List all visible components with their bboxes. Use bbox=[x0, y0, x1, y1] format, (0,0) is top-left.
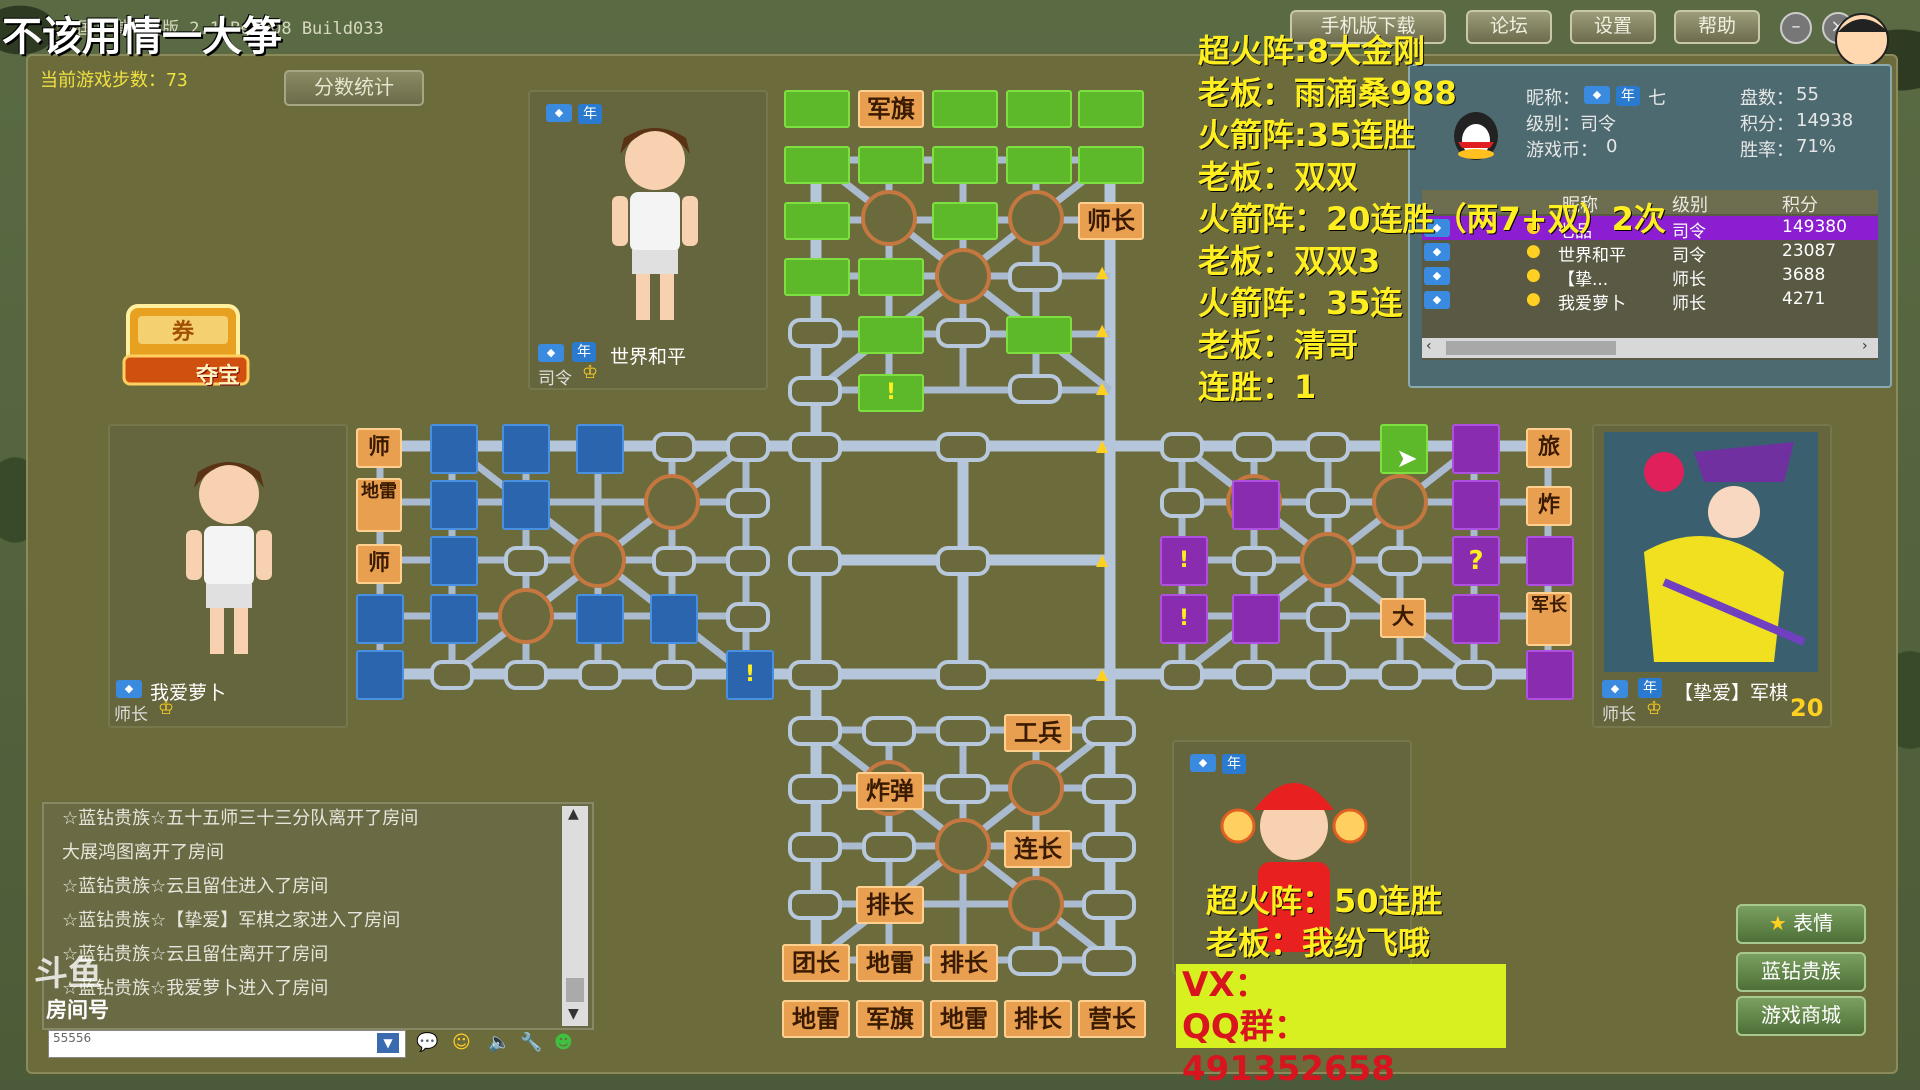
piece-blue[interactable] bbox=[356, 594, 404, 644]
piece-flag[interactable]: 军旗 bbox=[856, 1000, 924, 1038]
piece-bomb[interactable]: 炸弹 bbox=[856, 772, 924, 810]
piece-company[interactable]: 连长 bbox=[1004, 830, 1072, 868]
room-number-value: 55556 bbox=[53, 1031, 92, 1045]
chat-line: 大展鸿图离开了房间 bbox=[62, 842, 224, 863]
friends-icon[interactable]: ☻ bbox=[554, 1032, 573, 1053]
piece-mine[interactable]: 地雷 bbox=[856, 944, 924, 982]
piece-purple[interactable] bbox=[1232, 480, 1280, 530]
rail-arrow-icon: ▲ bbox=[1096, 378, 1109, 397]
piece-green[interactable] bbox=[784, 90, 850, 128]
piece-platoon[interactable]: 排长 bbox=[930, 944, 998, 982]
piece-unknown-right[interactable]: ! bbox=[1160, 536, 1208, 586]
piece-bomb-right[interactable]: 炸 bbox=[1526, 486, 1572, 526]
piece-flag-top[interactable]: 军旗 bbox=[858, 90, 924, 128]
piece-green[interactable] bbox=[858, 146, 924, 184]
piece-green[interactable] bbox=[1006, 146, 1072, 184]
piece-mine[interactable]: 地雷 bbox=[930, 1000, 998, 1038]
piece-blue[interactable] bbox=[576, 594, 624, 644]
piece-unknown-right[interactable]: ! bbox=[1160, 594, 1208, 644]
piece-purple[interactable] bbox=[1526, 650, 1574, 700]
piece-blue[interactable] bbox=[430, 594, 478, 644]
emoji-icon[interactable]: ☺ bbox=[452, 1032, 471, 1053]
piece-engineer[interactable]: 工兵 bbox=[1004, 714, 1072, 752]
piece-regiment[interactable]: 团长 bbox=[782, 944, 850, 982]
piece-division-left[interactable]: 师 bbox=[356, 544, 402, 584]
chat-line: ☆蓝钻贵族☆【挚爱】军棋之家进入了房间 bbox=[62, 910, 401, 931]
piece-purple[interactable] bbox=[1452, 480, 1500, 530]
piece-green[interactable] bbox=[784, 202, 850, 240]
chat-scrollbar[interactable]: ▲ ▼ bbox=[562, 806, 588, 1026]
piece-army-right[interactable]: 军长 bbox=[1526, 592, 1572, 646]
piece-blue[interactable] bbox=[430, 536, 478, 586]
piece-brigade-right[interactable]: 旅 bbox=[1526, 428, 1572, 468]
overlay-vx: VX：douyu297535 bbox=[1176, 964, 1506, 1047]
piece-blue[interactable] bbox=[430, 424, 478, 474]
chat-dropdown-icon[interactable]: ▼ bbox=[377, 1033, 399, 1053]
piece-green[interactable] bbox=[932, 90, 998, 128]
blue-diamond-button[interactable]: 蓝钻贵族 bbox=[1736, 952, 1866, 992]
piece-green[interactable] bbox=[1078, 146, 1144, 184]
piece-platoon[interactable]: 排长 bbox=[1004, 1000, 1072, 1038]
chat-bubble-icon[interactable]: 💬 bbox=[416, 1032, 438, 1053]
piece-division-left[interactable]: 师 bbox=[356, 428, 402, 468]
piece-division-top[interactable]: 师长 bbox=[1078, 202, 1144, 240]
piece-platoon[interactable]: 排长 bbox=[856, 886, 924, 924]
piece-blue[interactable] bbox=[650, 594, 698, 644]
emotes-label: 表情 bbox=[1793, 911, 1834, 935]
piece-blue[interactable] bbox=[502, 424, 550, 474]
emotes-button[interactable]: ★ 表情 bbox=[1736, 904, 1866, 944]
piece-unknown-top[interactable]: ! bbox=[858, 374, 924, 412]
scroll-down-icon[interactable]: ▼ bbox=[568, 1006, 579, 1022]
piece-green[interactable] bbox=[1006, 90, 1072, 128]
wrench-icon[interactable]: 🔧 bbox=[520, 1032, 542, 1053]
piece-green[interactable] bbox=[784, 146, 850, 184]
scrollbar-thumb[interactable] bbox=[566, 978, 584, 1002]
piece-purple[interactable] bbox=[1452, 594, 1500, 644]
mouse-cursor-icon: ➤ bbox=[1396, 444, 1418, 474]
room-watermark: 斗鱼 bbox=[34, 954, 102, 994]
piece-marked-right[interactable]: 大 bbox=[1380, 598, 1426, 638]
piece-green[interactable] bbox=[784, 258, 850, 296]
piece-blue[interactable] bbox=[356, 650, 404, 700]
piece-unknown-left[interactable]: ! bbox=[726, 650, 774, 700]
piece-green[interactable] bbox=[932, 202, 998, 240]
piece-green[interactable] bbox=[858, 258, 924, 296]
piece-purple[interactable] bbox=[1232, 594, 1280, 644]
overlay-bottom-line1: 超火阵：50连胜 bbox=[1206, 882, 1443, 920]
rail-arrow-icon: ▲ bbox=[1096, 436, 1109, 455]
game-store-button[interactable]: 游戏商城 bbox=[1736, 996, 1866, 1036]
piece-purple[interactable] bbox=[1452, 424, 1500, 474]
rail-arrow-icon: ▲ bbox=[1096, 664, 1109, 683]
piece-green[interactable] bbox=[858, 316, 924, 354]
star-icon: ★ bbox=[1768, 911, 1787, 935]
scroll-up-icon[interactable]: ▲ bbox=[568, 806, 579, 822]
piece-purple[interactable] bbox=[1526, 536, 1574, 586]
piece-blue[interactable] bbox=[576, 424, 624, 474]
chat-input[interactable]: 55556 ▼ bbox=[48, 1030, 406, 1058]
rail-arrow-icon: ▲ bbox=[1096, 262, 1109, 281]
room-number-label: 房间号 bbox=[46, 998, 109, 1022]
piece-blue[interactable] bbox=[430, 480, 478, 530]
chat-log: ☆蓝钻贵族☆五十五师三十三分队离开了房间 大展鸿图离开了房间 ☆蓝钻贵族☆云且留… bbox=[42, 802, 594, 1030]
piece-mine-left[interactable]: 地雷 bbox=[356, 478, 402, 532]
overlay-qq: QQ群：491352658 bbox=[1176, 1006, 1506, 1089]
sound-icon[interactable]: 🔈 bbox=[488, 1032, 510, 1053]
piece-battalion[interactable]: 营长 bbox=[1078, 1000, 1146, 1038]
overlay-bottom-line2: 老板：我纷飞哦 bbox=[1206, 924, 1431, 962]
piece-green[interactable] bbox=[1006, 316, 1072, 354]
piece-blue[interactable] bbox=[502, 480, 550, 530]
chat-line: ☆蓝钻贵族☆五十五师三十三分队离开了房间 bbox=[62, 808, 419, 829]
piece-mine[interactable]: 地雷 bbox=[782, 1000, 850, 1038]
rail-arrow-icon: ▲ bbox=[1096, 550, 1109, 569]
chat-toolbar: 💬 ☺ 🔈 🔧 ☻ bbox=[416, 1032, 586, 1056]
piece-green[interactable] bbox=[1078, 90, 1144, 128]
piece-unknown-right[interactable]: ? bbox=[1452, 536, 1500, 586]
rail-arrow-icon: ▲ bbox=[1096, 320, 1109, 339]
chat-line: ☆蓝钻贵族☆云且留住进入了房间 bbox=[62, 876, 329, 897]
piece-green[interactable] bbox=[932, 146, 998, 184]
